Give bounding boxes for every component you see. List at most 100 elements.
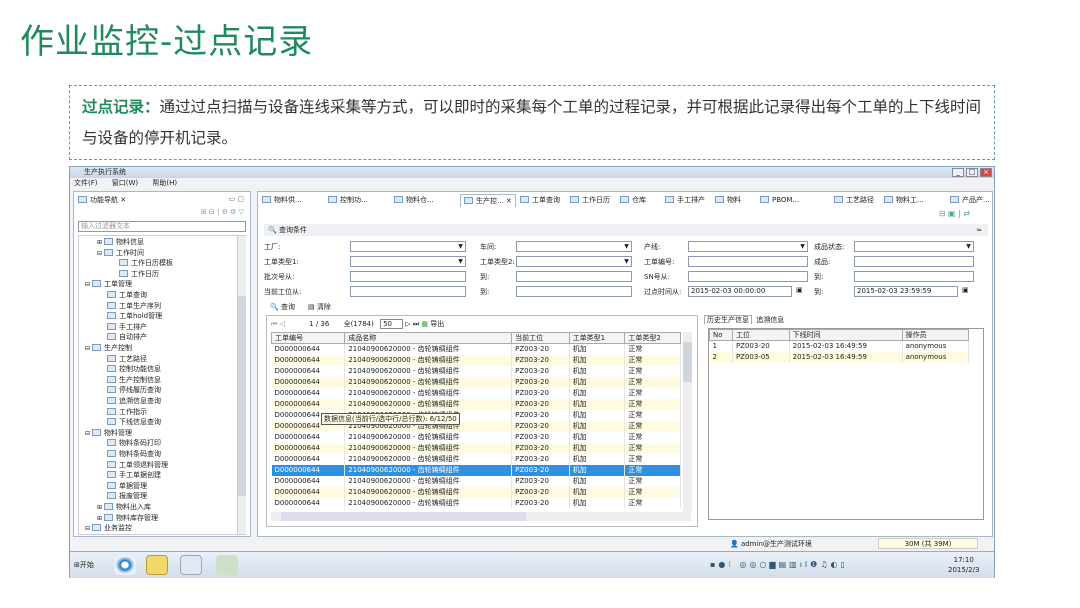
table-row[interactable]: 2 PZ003-05 2015-02-03 16:49:59 anonymous — [709, 351, 970, 363]
expand-toggle-icon[interactable]: ⊞ — [97, 504, 102, 511]
memory-indicator[interactable]: 30M (共 39M) — [878, 538, 978, 549]
query-header[interactable]: 🔍 查询条件 ≈ — [264, 224, 988, 236]
editor-tab[interactable]: 物料 — [715, 194, 741, 207]
nav-item[interactable]: ⊟ 工作时间 — [97, 248, 144, 259]
notepad-icon[interactable] — [216, 555, 238, 575]
column-header[interactable]: 操作员 — [901, 329, 970, 341]
nav-item[interactable]: 报废管理 — [97, 491, 147, 501]
table-row[interactable]: D00000064421040900620000 - 齿轮铸绸组件PZ003-2… — [271, 442, 681, 454]
chevron-down-icon[interactable]: ▼ — [622, 257, 631, 266]
grid-vscroll[interactable] — [683, 332, 692, 512]
editor-tab[interactable]: 物料工... — [884, 194, 924, 207]
mes-app-icon[interactable] — [180, 555, 202, 575]
nav-item[interactable]: ⊞ 物料库存管理 — [97, 513, 158, 524]
expand-toggle-icon[interactable]: ⊞ — [97, 515, 102, 522]
clock[interactable]: 17:10 2015/2/3 — [948, 555, 979, 575]
chevron-down-icon[interactable]: ▼ — [964, 242, 973, 251]
query-field[interactable] — [688, 256, 808, 267]
minimize-button[interactable]: _ — [952, 168, 964, 177]
folder-app-icon[interactable] — [146, 555, 168, 575]
column-header[interactable]: 工位 — [731, 329, 790, 341]
editor-tab[interactable]: 手工排产 — [665, 194, 705, 207]
column-header[interactable]: 下线时间 — [788, 329, 903, 341]
nav-item[interactable]: 工艺路径 — [97, 354, 147, 364]
nav-item[interactable]: 物料条码查询 — [97, 449, 161, 459]
query-field[interactable]: ▼ — [688, 241, 808, 252]
page-size-select[interactable]: 50 — [380, 319, 404, 329]
expand-toggle-icon[interactable]: ⊞ — [97, 239, 102, 246]
nav-item[interactable]: 工作日历 — [109, 269, 159, 279]
table-row[interactable]: D00000064421040900620000 - 齿轮铸绸组件PZ003-2… — [271, 475, 681, 487]
query-field[interactable]: ▼ — [516, 256, 632, 267]
query-field[interactable] — [516, 286, 632, 297]
editor-tab[interactable]: 控制功... — [328, 194, 368, 207]
nav-item[interactable]: ⊞ 物料信息 — [97, 237, 144, 248]
nav-item[interactable]: 工作指示 — [97, 407, 147, 417]
nav-item[interactable]: 停线履历查询 — [97, 385, 161, 395]
nav-filter-input[interactable]: 输入过滤器文本 — [78, 221, 246, 232]
nav-toolbar[interactable]: ⊞ ⊟ | ⚙ ⚙ ▽ — [201, 208, 244, 216]
last-page-button[interactable]: ⏭ — [413, 320, 419, 328]
nav-scrollbar[interactable] — [237, 236, 246, 534]
query-field[interactable] — [854, 271, 974, 282]
prev-page-button[interactable]: ◁ — [280, 320, 285, 328]
table-row[interactable]: D00000064421040900620000 - 齿轮铸绸组件PZ003-2… — [271, 365, 681, 377]
column-header[interactable]: 工单类型1 — [568, 332, 626, 344]
column-header[interactable]: 工单类型2 — [624, 332, 681, 344]
calendar-icon[interactable]: ▣ — [962, 286, 969, 294]
chevron-down-icon[interactable]: ▼ — [798, 242, 807, 251]
nav-item[interactable]: 工作日历模板 — [109, 258, 173, 268]
table-row[interactable]: D00000064421040900620000 - 齿轮铸绸组件PZ003-2… — [271, 497, 681, 509]
menu-window[interactable]: 窗口(W) — [112, 179, 138, 187]
table-row[interactable]: D00000064421040900620000 - 齿轮铸绸组件PZ003-2… — [271, 464, 681, 476]
nav-item[interactable]: ⊟ 工单管理 — [85, 279, 132, 290]
editor-tab[interactable]: 物料供... — [262, 194, 302, 207]
editor-tab[interactable]: 产品产... — [950, 194, 990, 207]
browser-icon[interactable] — [114, 555, 136, 575]
expand-toggle-icon[interactable]: ⊟ — [97, 250, 102, 257]
first-page-button[interactable]: ⏮ — [271, 320, 277, 328]
column-header[interactable]: No — [709, 329, 733, 341]
query-field[interactable]: ▼ — [854, 241, 974, 252]
menu-help[interactable]: 帮助(H) — [152, 179, 177, 187]
menu-file[interactable]: 文件(F) — [74, 179, 98, 187]
editor-tab[interactable]: PBOM... — [760, 194, 799, 207]
close-button[interactable]: × — [980, 168, 992, 177]
start-button[interactable]: ⊞开始 — [74, 560, 94, 570]
view-controls[interactable]: ▭ ▢ — [229, 195, 244, 203]
expand-toggle-icon[interactable]: ⊟ — [85, 281, 90, 288]
query-field[interactable]: 2015-02-03 23:59:59 — [854, 286, 958, 297]
system-tray[interactable]: ▪●⁝ ◎◎○▆▤▥ıl❶♫◐▯ — [710, 560, 848, 569]
nav-item[interactable]: 控制功能信息 — [97, 364, 161, 374]
table-row[interactable]: D00000064421040900620000 - 齿轮铸绸组件PZ003-2… — [271, 343, 681, 355]
nav-item[interactable]: ⊟ 生产控制 — [85, 343, 132, 354]
expand-toggle-icon[interactable]: ⊟ — [85, 430, 90, 437]
panel-toolbar[interactable]: ⊟ ▣ | ⇄ — [939, 209, 970, 218]
maximize-button[interactable]: □ — [966, 168, 978, 177]
calendar-icon[interactable]: ▣ — [796, 286, 803, 294]
export-button[interactable]: 导出 — [430, 320, 444, 328]
expand-toggle-icon[interactable]: ⊟ — [85, 525, 90, 532]
editor-tab[interactable]: 工作日历 — [570, 194, 610, 207]
next-page-button[interactable]: ▷ — [405, 320, 410, 328]
tab-trace-info[interactable]: 追溯信息 — [754, 316, 786, 324]
query-field[interactable] — [854, 256, 974, 267]
query-field[interactable]: ▼ — [516, 241, 632, 252]
table-row[interactable]: D00000064421040900620000 - 齿轮铸绸组件PZ003-2… — [271, 398, 681, 410]
nav-item[interactable]: 工单生产序列 — [97, 301, 161, 311]
query-field[interactable] — [688, 271, 808, 282]
query-field[interactable]: ▼ — [350, 241, 466, 252]
editor-tab[interactable]: 工艺路径 — [834, 194, 874, 207]
nav-title[interactable]: 功能导航 ✕ — [78, 195, 126, 205]
chevron-down-icon[interactable]: ▼ — [456, 257, 465, 266]
nav-item[interactable]: ⊟ 物料管理 — [85, 428, 132, 439]
nav-item[interactable]: 生产控制信息 — [97, 375, 161, 385]
query-field[interactable]: 2015-02-03 00:00:00 — [688, 286, 792, 297]
nav-item[interactable]: 手工单据创建 — [97, 470, 161, 480]
query-field[interactable] — [350, 271, 466, 282]
table-row[interactable]: D00000064421040900620000 - 齿轮铸绸组件PZ003-2… — [271, 354, 681, 366]
editor-tab[interactable]: 物料仓... — [394, 194, 434, 207]
column-header[interactable]: 工单编号 — [271, 332, 346, 344]
table-row[interactable]: 1 PZ003-20 2015-02-03 16:49:59 anonymous — [709, 340, 970, 352]
column-header[interactable]: 成品名称 — [344, 332, 513, 344]
